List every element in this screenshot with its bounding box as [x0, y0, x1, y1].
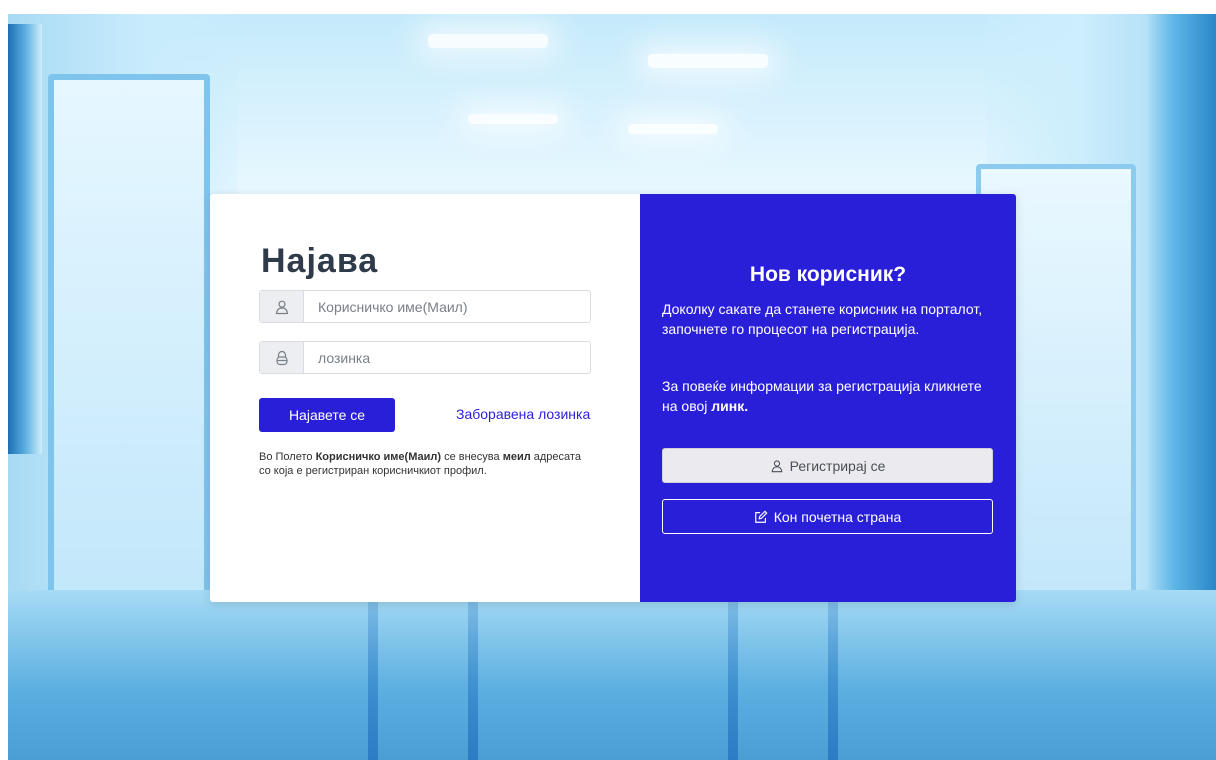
- bg-ceiling-light: [468, 114, 558, 124]
- hint-text: се внесува: [441, 451, 503, 463]
- register-button-label: Регистрирај се: [789, 457, 886, 474]
- bg-door-left: [48, 74, 210, 646]
- more-info-link[interactable]: линк.: [711, 398, 748, 414]
- bg-floor-reflection: [368, 590, 378, 760]
- register-button[interactable]: Регистрирај се: [662, 448, 993, 483]
- password-input[interactable]: [304, 342, 590, 373]
- bg-floor-reflection: [828, 590, 838, 760]
- more-info-label: За повеќе информации за регистрација кли…: [662, 378, 982, 414]
- lock-icon: [260, 342, 304, 373]
- bg-ceiling-light: [648, 54, 768, 68]
- edit-icon: [754, 510, 768, 524]
- hint-bold-username: Корисничко име(Маил): [315, 451, 442, 463]
- username-input[interactable]: [304, 291, 590, 322]
- login-card: Најава Најавете се Заборавена лозинк: [210, 194, 1016, 602]
- hint-bold-mail: меил: [502, 451, 531, 463]
- forgot-password-link[interactable]: Заборавена лозинка: [456, 406, 590, 422]
- username-field[interactable]: [259, 290, 591, 323]
- bg-ceiling-light: [428, 34, 548, 48]
- login-panel: Најава Најавете се Заборавена лозинк: [210, 194, 640, 602]
- more-info-text: За повеќе информации за регистрација кли…: [662, 376, 992, 416]
- new-user-panel: Нов корисник? Доколку сакате да станете …: [640, 194, 1016, 602]
- password-field[interactable]: [259, 341, 591, 374]
- hint-text: Во Полето: [259, 451, 316, 463]
- bg-ceiling-light: [628, 124, 718, 134]
- home-page-button[interactable]: Кон почетна страна: [662, 499, 993, 534]
- bg-floor-reflection: [728, 590, 738, 760]
- registration-description: Доколку сакате да станете корисник на по…: [662, 301, 983, 337]
- new-user-title: Нов корисник?: [749, 263, 907, 286]
- username-hint: Во Полето Корисничко име(Маил) се внесув…: [259, 450, 589, 478]
- bg-door-frame-left: [8, 24, 42, 454]
- login-button[interactable]: Најавете се: [259, 398, 395, 432]
- bg-floor: [8, 590, 1216, 760]
- bg-floor-reflection: [468, 590, 478, 760]
- login-title: Најава: [261, 242, 379, 280]
- user-icon: [770, 459, 784, 473]
- home-button-label: Кон почетна страна: [773, 508, 902, 525]
- user-icon: [260, 291, 304, 322]
